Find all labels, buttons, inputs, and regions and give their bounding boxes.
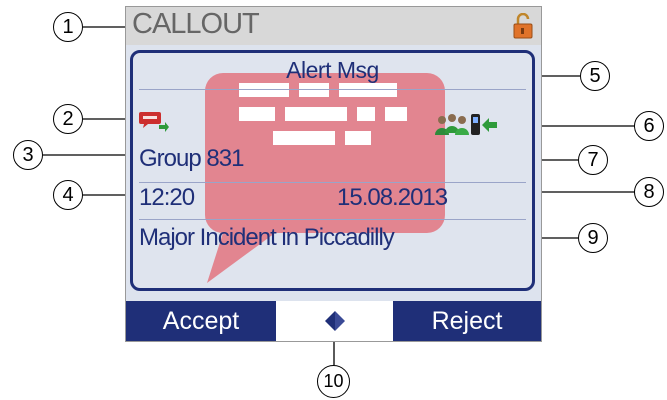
- message-status-icon: [139, 112, 169, 132]
- divider: [139, 89, 526, 90]
- navigation-key[interactable]: [276, 301, 393, 341]
- device-screen: CALLOUT Alert Msg Group 831 12:20 15.08.…: [125, 6, 542, 342]
- divider: [139, 219, 526, 220]
- message-date: 15.08.2013: [337, 184, 448, 211]
- callout-4: 4: [53, 180, 83, 210]
- callout-10: 10: [317, 365, 350, 398]
- callout-8: 8: [634, 177, 664, 207]
- callout-5: 5: [580, 61, 610, 91]
- callout-1: 1: [53, 12, 83, 42]
- softkey-bar: Accept Reject: [126, 301, 541, 341]
- callout-3: 3: [13, 140, 43, 170]
- reject-button[interactable]: Reject: [393, 301, 541, 341]
- message-time: 12:20: [139, 184, 195, 211]
- padlock-open-icon: [513, 13, 533, 39]
- accept-button[interactable]: Accept: [126, 301, 276, 341]
- screen-title: CALLOUT: [132, 8, 260, 40]
- callout-9: 9: [578, 223, 608, 253]
- alert-title: Alert Msg: [286, 57, 379, 83]
- group-call-icon: [435, 114, 497, 135]
- message-bubble-illustration: [205, 73, 445, 283]
- divider: [139, 182, 526, 183]
- callout-7: 7: [578, 145, 608, 175]
- message-text: Major Incident in Piccadilly: [139, 224, 395, 251]
- left-right-nav-icon: [324, 311, 345, 331]
- callout-2: 2: [53, 104, 83, 134]
- group-name: Group 831: [139, 145, 244, 172]
- callout-6: 6: [634, 111, 664, 141]
- title-bar: CALLOUT: [126, 7, 541, 45]
- alert-message-card[interactable]: Alert Msg Group 831 12:20 15.08.2013 Maj…: [130, 50, 535, 291]
